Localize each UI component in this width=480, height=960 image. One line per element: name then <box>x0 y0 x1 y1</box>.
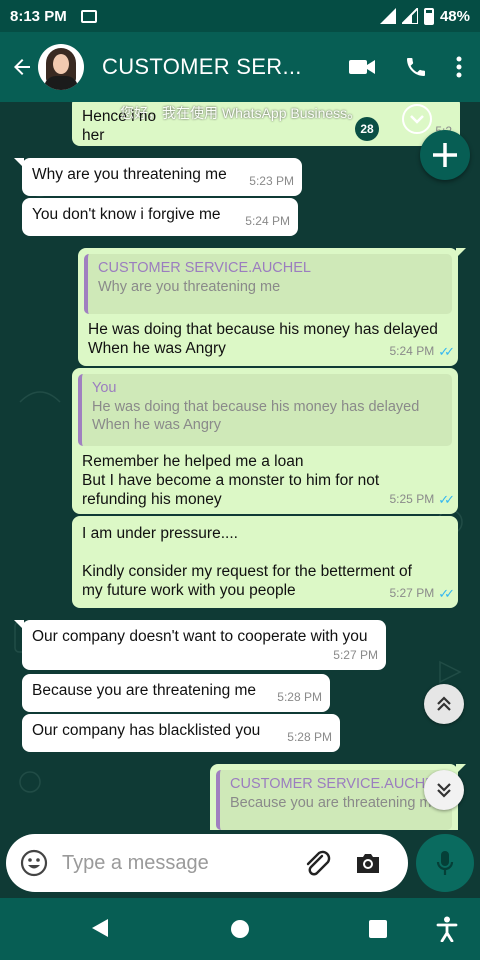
message-input-box[interactable] <box>6 834 408 892</box>
phone-call-icon[interactable] <box>404 55 428 79</box>
message-bubble-incoming[interactable]: You don't know i forgive me 5:24 PM <box>22 198 298 236</box>
message-bubble-outgoing[interactable]: CUSTOMER SERVICE.AUCHEL Why are you thre… <box>78 248 466 366</box>
contact-name[interactable]: CUSTOMER SER... <box>102 54 302 80</box>
wifi-signal-icon <box>379 8 396 24</box>
accessibility-icon[interactable] <box>436 916 458 942</box>
scroll-down-button[interactable] <box>424 770 464 810</box>
composer <box>0 830 480 898</box>
message-list[interactable]: Hence i no her 5:2 Why are you threateni… <box>0 102 480 830</box>
double-chevron-down-icon <box>437 783 451 798</box>
battery-icon <box>423 7 434 25</box>
message-text: Why are you threatening me <box>32 166 227 183</box>
message-time: 5:25 PM ✓✓ <box>389 492 455 507</box>
message-text: Kindly consider my request for the bette… <box>82 563 412 580</box>
message-bubble-incoming[interactable]: Why are you threatening me 5:23 PM <box>14 158 302 196</box>
read-ticks-icon: ✓✓ <box>438 344 455 359</box>
message-input[interactable] <box>62 851 292 875</box>
gallery-icon <box>80 9 97 23</box>
message-text: You don't know i forgive me <box>32 206 221 223</box>
message-bubble-incoming[interactable]: Our company doesn't want to cooperate wi… <box>14 620 386 670</box>
quoted-message[interactable]: CUSTOMER SERVICE.AUCHEL Because you are … <box>216 770 452 830</box>
double-chevron-up-icon <box>437 696 451 711</box>
message-bubble-outgoing[interactable]: I am under pressure.... Kindly consider … <box>72 516 458 608</box>
nav-recents-icon[interactable] <box>369 920 387 938</box>
message-text: Because you are threatening me <box>32 682 257 699</box>
add-button[interactable] <box>420 130 470 180</box>
message-time: 5:28 PM <box>287 730 332 744</box>
message-time: 5:27 PM <box>333 648 378 662</box>
chat-header: CUSTOMER SER... <box>0 32 480 102</box>
message-text: He was doing that because his money has … <box>88 321 438 338</box>
nav-home-icon[interactable] <box>231 920 249 938</box>
status-bar: 8:13 PM 48% <box>0 0 480 32</box>
mic-button[interactable] <box>416 834 474 892</box>
message-text: Remember he helped me a loan <box>82 453 304 470</box>
quoted-message[interactable]: CUSTOMER SERVICE.AUCHEL Why are you thre… <box>84 254 452 314</box>
unread-count-badge: 28 <box>355 117 379 141</box>
message-text: I am under pressure.... <box>82 525 238 542</box>
more-options-icon[interactable] <box>456 56 462 78</box>
message-time: 5:24 PM <box>245 214 290 228</box>
quoted-author: CUSTOMER SERVICE.AUCHEL <box>98 260 311 276</box>
video-call-icon[interactable] <box>348 57 376 77</box>
message-text: Our company has blacklisted you <box>32 722 261 739</box>
battery-level: 48% <box>439 7 470 25</box>
nav-back-icon[interactable] <box>92 919 108 937</box>
quoted-author: You <box>92 380 117 396</box>
mic-icon <box>436 851 454 875</box>
plus-icon <box>433 143 457 167</box>
quoted-message[interactable]: You He was doing that because his money … <box>78 374 452 446</box>
business-banner-text: 您好，我在使用 WhatsApp Business。 <box>120 105 362 121</box>
back-arrow-icon[interactable] <box>2 47 42 87</box>
message-time: 5:28 PM <box>277 690 322 704</box>
read-ticks-icon: ✓✓ <box>438 492 455 507</box>
read-ticks-icon: ✓✓ <box>438 586 455 601</box>
system-nav-bar <box>0 898 480 960</box>
message-time: 5:23 PM <box>249 174 294 188</box>
message-text: her <box>82 127 105 144</box>
message-bubble-incoming[interactable]: Our company has blacklisted you 5:28 PM <box>22 714 340 752</box>
contact-avatar[interactable] <box>38 44 84 90</box>
cell-signal-icon <box>401 8 418 24</box>
camera-icon[interactable] <box>354 851 382 875</box>
quoted-text: Because you are threatening me <box>230 795 440 811</box>
message-time: 5:27 PM ✓✓ <box>389 586 455 601</box>
quoted-text: He was doing that because his money has … <box>92 399 420 415</box>
attach-icon[interactable] <box>302 848 332 878</box>
message-text: Our company doesn't want to cooperate wi… <box>32 628 368 645</box>
quoted-text: When he was Angry <box>92 417 221 433</box>
scroll-up-button[interactable] <box>424 684 464 724</box>
message-bubble-outgoing[interactable]: You He was doing that because his money … <box>72 368 458 514</box>
chevron-down-circle-icon[interactable] <box>402 104 432 134</box>
message-time: 5:24 PM ✓✓ <box>389 344 455 359</box>
message-text: But I have become a monster to him for n… <box>82 472 380 489</box>
message-bubble-outgoing[interactable]: CUSTOMER SERVICE.AUCHEL Because you are … <box>210 764 466 830</box>
quoted-author: CUSTOMER SERVICE.AUCHEL <box>230 776 443 792</box>
message-bubble-incoming[interactable]: Because you are threatening me 5:28 PM <box>22 674 330 712</box>
emoji-icon[interactable] <box>20 849 48 877</box>
status-time: 8:13 PM <box>10 7 67 25</box>
quoted-text: Why are you threatening me <box>98 279 281 295</box>
